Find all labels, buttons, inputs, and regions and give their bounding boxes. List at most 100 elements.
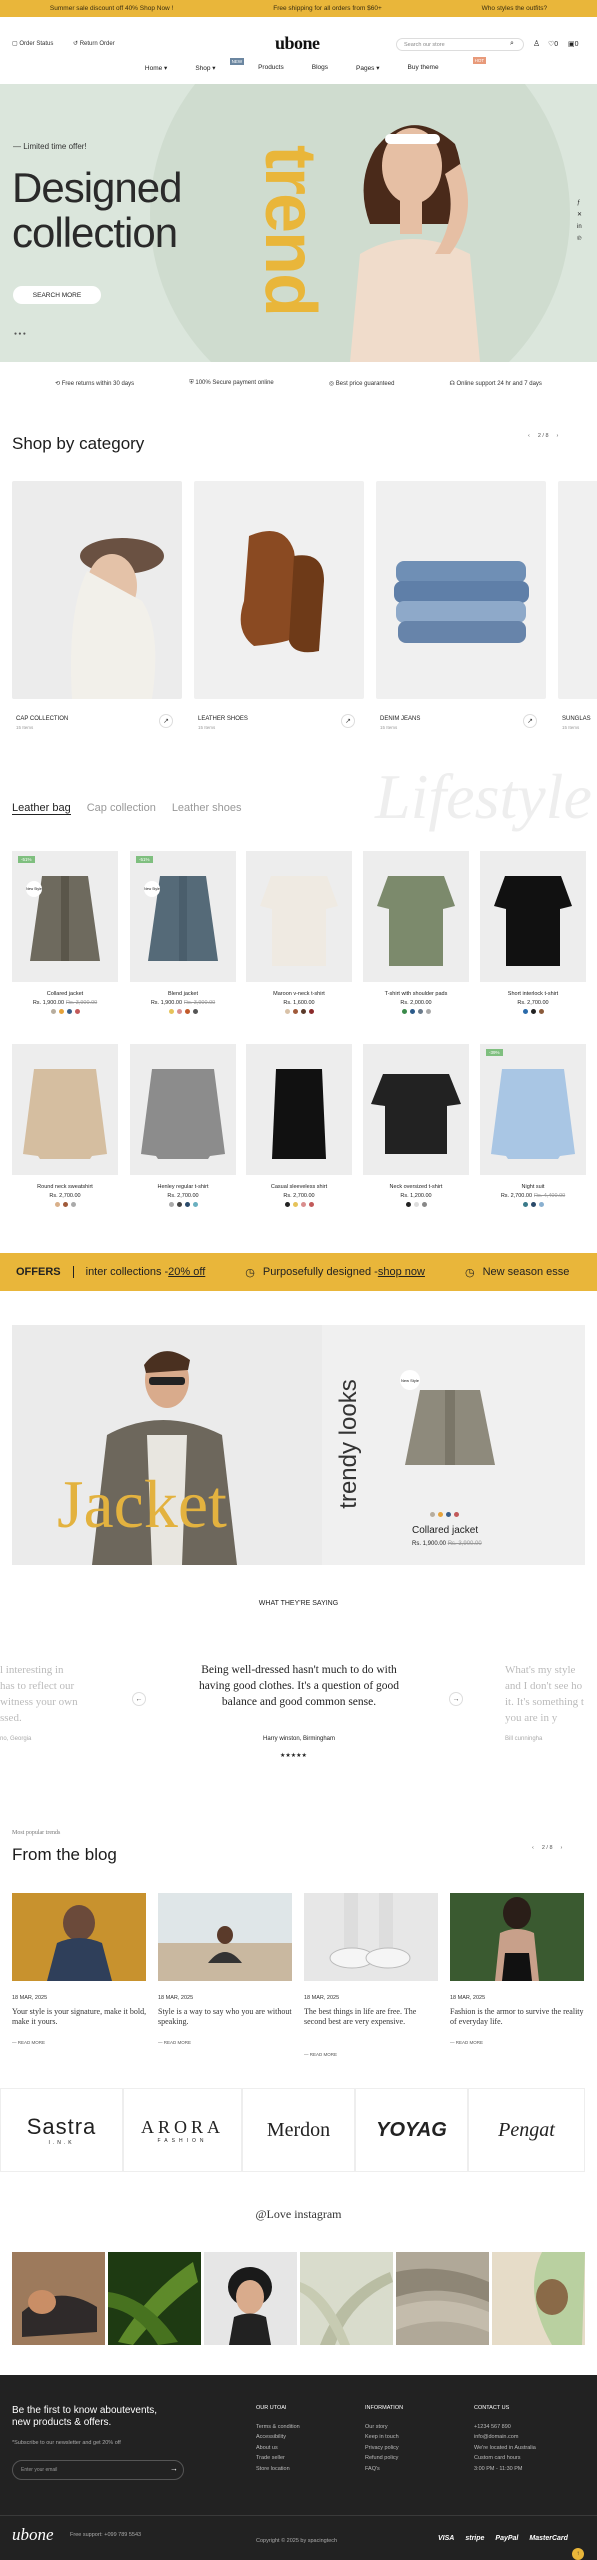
product-image[interactable]: -51% New Style [130,851,236,982]
product-card[interactable]: Casual sleeveless shirt Rs. 2,700.00 [246,1044,352,1207]
product-image[interactable] [246,1044,352,1175]
footer-link[interactable]: Terms & condition [256,2422,300,2433]
product-image[interactable] [480,851,586,982]
color-swatch[interactable] [70,1202,76,1207]
instagram-image[interactable] [204,2252,297,2345]
color-swatch[interactable] [184,1202,190,1207]
footer-link[interactable]: Trade seller [256,2453,300,2464]
nav-blogs[interactable]: Blogs [312,64,328,79]
color-swatch[interactable] [58,1009,64,1014]
color-swatch[interactable] [168,1009,174,1014]
product-card[interactable]: Maroon v-neck t-shirt Rs. 1,600.00 [246,851,352,1014]
color-swatch[interactable] [66,1009,72,1014]
footer-link[interactable]: 3:00 PM - 11:30 PM [474,2464,536,2475]
product-image[interactable]: -51% New Style [12,851,118,982]
product-card[interactable]: Neck oversized t-shirt Rs. 1,200.00 [363,1044,469,1207]
search-input[interactable]: Search our store [396,38,524,51]
logo[interactable]: ubone [275,33,320,54]
prev-arrow-icon[interactable]: ‹ [528,433,530,439]
color-swatch[interactable] [284,1009,290,1014]
color-swatch[interactable] [192,1202,198,1207]
footer-link[interactable]: About us [256,2443,300,2454]
product-card[interactable]: -51% New Style Collared jacket Rs. 1,900.00… [12,851,118,1014]
product-name[interactable]: Collared jacket [12,991,118,997]
product-name[interactable]: Henley regular t-shirt [130,1184,236,1190]
color-swatch[interactable] [292,1202,298,1207]
color-swatch[interactable] [454,1512,459,1517]
color-swatch[interactable] [184,1009,190,1014]
marquee-link[interactable]: 20% off [168,1266,205,1278]
footer-link[interactable]: +1234 567 890 [474,2422,536,2433]
product-image[interactable] [363,1044,469,1175]
color-swatch[interactable] [425,1009,431,1014]
product-card[interactable]: Henley regular t-shirt Rs. 2,700.00 [130,1044,236,1207]
product-name[interactable]: Night suit [480,1184,586,1190]
color-swatch[interactable] [192,1009,198,1014]
announcement-text[interactable]: Free shipping for all orders from $60+ [273,5,382,12]
x-icon[interactable]: ✕ [577,209,582,221]
brand-sastra[interactable]: Sastra I.N.K [0,2088,123,2172]
hero-dots[interactable]: ● ● ● [14,331,26,337]
arrow-up-right-icon[interactable]: ↗ [523,714,537,728]
footer-link[interactable]: Keep in touch [365,2432,403,2443]
blog-post-title[interactable]: Your style is your signature, make it bo… [12,2007,147,2027]
footer-link[interactable]: We're located in Australia [474,2443,536,2454]
product-image[interactable] [12,1044,118,1175]
color-swatch[interactable] [176,1009,182,1014]
color-swatch[interactable] [284,1202,290,1207]
color-swatch[interactable] [176,1202,182,1207]
arrow-up-right-icon[interactable]: ↗ [341,714,355,728]
banner-product-image[interactable]: New Style [395,1370,505,1480]
color-swatch[interactable] [421,1202,427,1207]
prev-arrow-icon[interactable]: ‹ [532,1845,534,1851]
scroll-top-button[interactable]: ↑ [572,2548,584,2560]
prev-testimonial-button[interactable]: ← [132,1692,146,1706]
brand-merdon[interactable]: Merdon [242,2088,355,2172]
color-swatch[interactable] [292,1009,298,1014]
color-swatch[interactable] [300,1009,306,1014]
user-icon[interactable]: ♙ [533,39,540,48]
nav-products[interactable]: Products [258,64,284,79]
footer-link[interactable]: info@domain.com [474,2432,536,2443]
blog-post-title[interactable]: Fashion is the armor to survive the real… [450,2007,585,2027]
instagram-image[interactable] [396,2252,489,2345]
cart-button[interactable]: ▣0 [568,40,579,48]
instagram-image[interactable] [300,2252,393,2345]
category-card-denim[interactable] [376,481,546,699]
product-name[interactable]: Casual sleeveless shirt [246,1184,352,1190]
send-arrow-icon[interactable]: → [170,2464,178,2473]
pinterest-icon[interactable]: ℗ [577,233,582,245]
read-more-link[interactable]: — READ MORE [304,2052,337,2057]
read-more-link[interactable]: — READ MORE [450,2040,483,2045]
product-card[interactable]: -51% New Style Blend jacket Rs. 1,900.00 Rs.… [130,851,236,1014]
color-swatch[interactable] [50,1009,56,1014]
color-swatch[interactable] [405,1202,411,1207]
color-swatch[interactable] [300,1202,306,1207]
product-card[interactable]: Round neck sweatshirt Rs. 2,700.00 [12,1044,118,1207]
blog-image[interactable] [158,1893,292,1981]
color-swatch[interactable] [438,1512,443,1517]
brand-arora[interactable]: ARORA FASHION [123,2088,242,2172]
product-image[interactable] [130,1044,236,1175]
blog-image[interactable] [304,1893,438,1981]
blog-image[interactable] [450,1893,584,1981]
footer-link[interactable]: FAQ's [365,2464,403,2475]
next-testimonial-button[interactable]: → [449,1692,463,1706]
footer-link[interactable]: Our story [365,2422,403,2433]
color-swatch[interactable] [530,1009,536,1014]
brand-pengat[interactable]: Pengat [468,2088,585,2172]
color-swatch[interactable] [430,1512,435,1517]
product-name[interactable]: Maroon v-neck t-shirt [246,991,352,997]
product-name[interactable]: Blend jacket [130,991,236,997]
instagram-image[interactable] [492,2252,585,2345]
product-name[interactable]: Short interlock t-shirt [480,991,586,997]
color-swatch[interactable] [62,1202,68,1207]
nav-home[interactable]: Home ▾ [145,64,167,79]
order-status-link[interactable]: ▢ Order Status [12,40,53,47]
tab-leather-shoes[interactable]: Leather shoes [172,802,242,815]
color-swatch[interactable] [74,1009,80,1014]
nav-shop[interactable]: Shop ▾NEW [195,58,245,79]
blog-post-title[interactable]: The best things in life are free. The se… [304,2007,439,2027]
footer-link[interactable]: Store location [256,2464,300,2475]
product-image[interactable]: -39% [480,1044,586,1175]
